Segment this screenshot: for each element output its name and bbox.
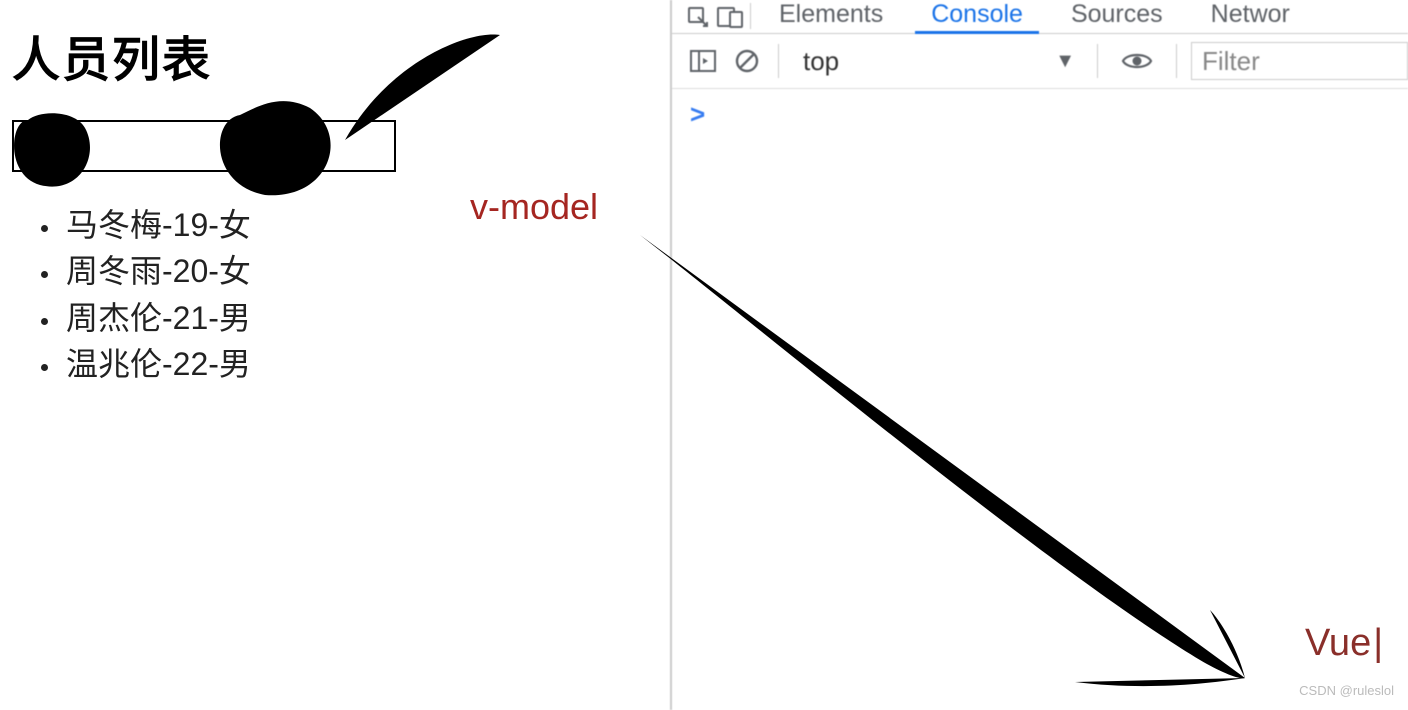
console-body[interactable]: > (672, 89, 1408, 140)
list-item: 周冬雨-20-女 (62, 248, 670, 294)
tab-network[interactable]: Networ (1187, 2, 1314, 33)
devtools-panel: Elements Console Sources Networ top ▼ (670, 0, 1408, 710)
divider (750, 3, 751, 29)
clear-console-icon[interactable] (730, 44, 764, 78)
inspect-icon[interactable] (682, 1, 714, 33)
filter-placeholder: Filter (1202, 46, 1260, 77)
divider (1097, 44, 1098, 78)
tab-sources[interactable]: Sources (1047, 2, 1187, 33)
execution-context-select[interactable]: top ▼ (793, 42, 1083, 80)
divider (778, 44, 779, 78)
page-title: 人员列表 (12, 20, 670, 90)
filter-input[interactable]: Filter (1191, 42, 1408, 80)
tab-console[interactable]: Console (907, 2, 1047, 33)
watermark: CSDN @ruleslol (1299, 683, 1394, 698)
device-toggle-icon[interactable] (714, 1, 746, 33)
people-list: 马冬梅-19-女 周冬雨-20-女 周杰伦-21-男 温兆伦-22-男 (62, 202, 670, 388)
search-input[interactable] (12, 120, 396, 172)
live-expression-icon[interactable] (1120, 44, 1154, 78)
console-prompt: > (690, 99, 705, 129)
chevron-down-icon: ▼ (1055, 50, 1075, 73)
toggle-sidebar-icon[interactable] (686, 44, 720, 78)
tab-elements[interactable]: Elements (755, 2, 907, 33)
list-item: 马冬梅-19-女 (62, 202, 670, 248)
devtools-tabs: Elements Console Sources Networ (672, 0, 1408, 34)
console-toolbar: top ▼ Filter (672, 34, 1408, 89)
list-item: 周杰伦-21-男 (62, 295, 670, 341)
page-content: 人员列表 马冬梅-19-女 周冬雨-20-女 周杰伦-21-男 温兆伦-22-男 (0, 0, 670, 710)
list-item: 温兆伦-22-男 (62, 341, 670, 387)
divider (1176, 44, 1177, 78)
context-label: top (803, 46, 839, 77)
